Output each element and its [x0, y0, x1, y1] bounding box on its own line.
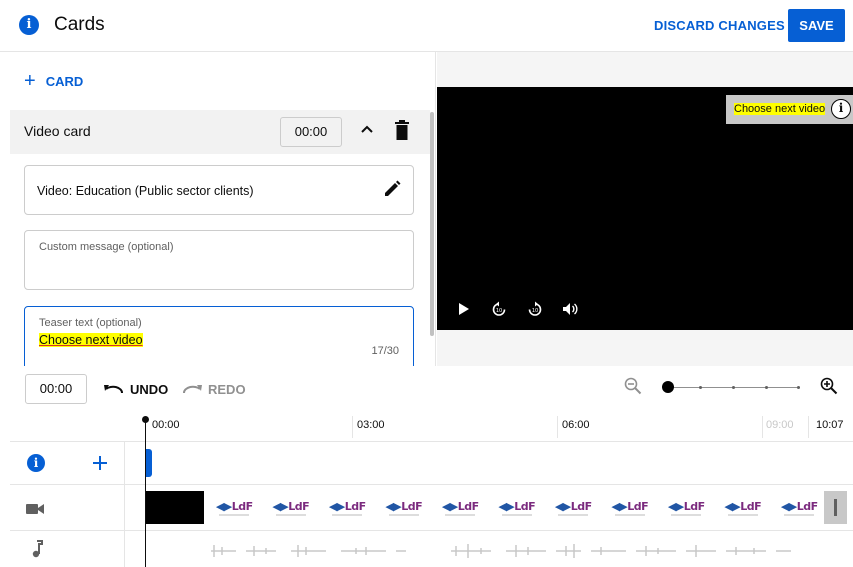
teaser-text-value: Choose next video: [39, 333, 143, 347]
ruler-tick: [808, 416, 809, 438]
playhead-handle[interactable]: [142, 416, 149, 423]
video-thumbnails: ◀▶LdF ◀▶LdF ◀▶LdF ◀▶LdF ◀▶LdF ◀▶LdF ◀▶Ld…: [206, 491, 824, 524]
redo-button[interactable]: REDO: [182, 382, 246, 397]
zoom-tick: [797, 386, 800, 389]
video-field-value: Video: Education (Public sector clients): [37, 184, 254, 198]
zoom-slider-knob[interactable]: [662, 381, 674, 393]
undo-label: UNDO: [130, 382, 169, 397]
video-thumbnail: ◀▶LdF: [602, 491, 659, 524]
chevron-up-icon[interactable]: [360, 122, 374, 136]
timeline-time-input[interactable]: 00:00: [25, 374, 87, 404]
audio-waveform: [211, 544, 791, 558]
play-icon[interactable]: [456, 301, 472, 317]
row-divider: [10, 484, 853, 485]
video-card-header[interactable]: Video card 00:00: [10, 110, 430, 154]
row-divider: [10, 441, 853, 442]
plus-icon[interactable]: [91, 454, 109, 472]
card-marker[interactable]: [146, 449, 152, 477]
add-card-button[interactable]: + CARD: [24, 70, 84, 92]
ruler-label: 09:00: [766, 419, 794, 431]
ruler-tick: [557, 416, 558, 438]
discard-changes-button[interactable]: DISCARD CHANGES: [654, 18, 785, 33]
teaser-text-label: Teaser text (optional): [39, 317, 142, 329]
video-thumbnail: ◀▶LdF: [263, 491, 320, 524]
redo-label: REDO: [208, 382, 246, 397]
custom-message-field[interactable]: Custom message (optional): [24, 230, 414, 290]
info-icon: i: [27, 454, 45, 472]
row-divider: [10, 530, 853, 531]
video-thumbnail: [146, 491, 204, 524]
cards-editor-panel: + CARD Video card 00:00 Video: Education…: [0, 52, 436, 366]
page-title: Cards: [54, 14, 105, 35]
video-thumbnail: ◀▶LdF: [715, 491, 772, 524]
ruler-label: 03:00: [357, 419, 385, 431]
forward-10-icon[interactable]: 10: [527, 301, 543, 317]
ruler-label: 00:00: [152, 419, 180, 431]
zoom-in-icon[interactable]: [820, 377, 838, 395]
zoom-tick: [732, 386, 735, 389]
trash-icon[interactable]: [395, 120, 409, 140]
teaser-preview-text: Choose next video: [734, 103, 826, 115]
playhead[interactable]: [145, 418, 146, 567]
video-thumbnail: ◀▶LdF: [489, 491, 546, 524]
custom-message-placeholder: Custom message (optional): [39, 241, 174, 253]
header: i Cards DISCARD CHANGES SAVE: [0, 0, 853, 52]
panel-scrollbar[interactable]: [430, 112, 434, 336]
video-thumbnail: ◀▶LdF: [319, 491, 376, 524]
video-thumbnail: ◀▶LdF: [206, 491, 263, 524]
video-thumbnail: ◀▶LdF: [376, 491, 433, 524]
timeline-toolbar: 00:00 UNDO REDO: [0, 366, 853, 416]
music-note-icon: [32, 540, 43, 558]
teaser-preview[interactable]: Choose next video i: [726, 95, 853, 124]
undo-icon: [104, 384, 123, 393]
video-thumbnail: ◀▶LdF: [658, 491, 715, 524]
svg-text:10: 10: [496, 308, 502, 314]
add-card-label: CARD: [45, 73, 84, 89]
card-time-input[interactable]: 00:00: [280, 117, 342, 147]
timeline[interactable]: 00:00 03:00 06:00 09:00 10:07 i ◀▶LdF ◀▶…: [0, 416, 853, 567]
video-thumbnail: ◀▶LdF: [432, 491, 489, 524]
info-icon[interactable]: i: [831, 99, 851, 119]
teaser-char-count: 17/30: [371, 345, 399, 357]
video-camera-icon: [26, 504, 44, 514]
zoom-tick: [765, 386, 768, 389]
info-icon: i: [19, 15, 39, 35]
zoom-out-icon[interactable]: [624, 377, 642, 395]
save-button[interactable]: SAVE: [788, 9, 845, 42]
ruler-tick: [762, 416, 763, 438]
trim-handle[interactable]: [824, 491, 847, 524]
video-thumbnail: ◀▶LdF: [771, 491, 828, 524]
card-type-label: Video card: [24, 123, 91, 139]
volume-icon[interactable]: [562, 301, 578, 317]
redo-icon: [183, 384, 202, 393]
undo-button[interactable]: UNDO: [104, 382, 168, 397]
ruler-tick: [352, 416, 353, 438]
ruler-label: 06:00: [562, 419, 590, 431]
pencil-icon[interactable]: [383, 180, 401, 198]
video-field[interactable]: Video: Education (Public sector clients): [24, 165, 414, 215]
svg-text:10: 10: [532, 308, 538, 314]
zoom-tick: [699, 386, 702, 389]
plus-icon: +: [24, 70, 36, 92]
teaser-text-field[interactable]: Teaser text (optional) Choose next video…: [24, 306, 414, 366]
rewind-10-icon[interactable]: 10: [491, 301, 507, 317]
ruler-label-end: 10:07: [816, 419, 844, 431]
video-thumbnail: ◀▶LdF: [545, 491, 602, 524]
column-divider: [124, 441, 125, 567]
